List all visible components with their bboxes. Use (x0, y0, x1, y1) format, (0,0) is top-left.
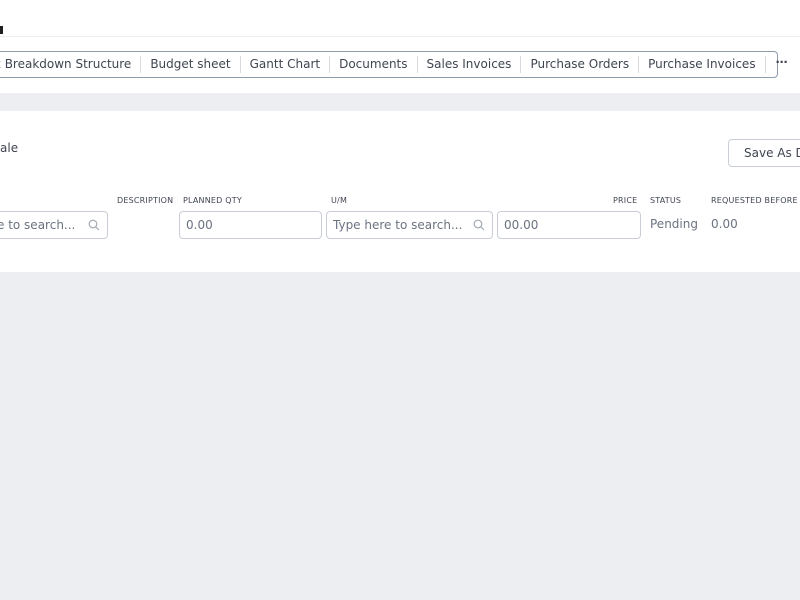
planned-qty-input[interactable]: 0.00 (179, 211, 322, 239)
more-tabs-icon[interactable]: ⋯ (766, 56, 799, 73)
divider (0, 36, 800, 37)
price-input[interactable]: 00.00 (497, 211, 641, 239)
tab-documents[interactable]: Documents (330, 56, 418, 73)
status-value: Pending (650, 217, 698, 231)
column-header-status: STATUS (650, 196, 682, 205)
active-indicator (0, 26, 3, 34)
column-header-planned-qty: PLANNED QTY (183, 196, 242, 205)
top-bar: rk Breakdown Structure Budget sheet Gant… (0, 0, 800, 93)
section-title: ale (0, 141, 19, 155)
column-header-um: U/M (331, 196, 348, 205)
item-search-placeholder: e to search... (0, 218, 76, 232)
column-header-description: DESCRIPTION (117, 196, 174, 205)
requested-before-value: 0.00 (711, 217, 738, 231)
search-icon (88, 219, 100, 231)
item-search-input[interactable]: e to search... (0, 211, 108, 239)
column-header-price: PRICE (613, 196, 638, 205)
tab-gantt-chart[interactable]: Gantt Chart (241, 56, 331, 73)
um-search-placeholder: Type here to search... (333, 218, 463, 232)
search-icon (473, 219, 485, 231)
tab-purchase-invoices[interactable]: Purchase Invoices (639, 56, 766, 73)
tab-purchase-orders[interactable]: Purchase Orders (521, 56, 640, 73)
tab-work-breakdown-structure[interactable]: rk Breakdown Structure (0, 56, 142, 73)
save-as-draft-button[interactable]: Save As D (728, 139, 800, 167)
um-search-input[interactable]: Type here to search... (326, 211, 493, 239)
page: rk Breakdown Structure Budget sheet Gant… (0, 0, 800, 600)
tab-budget-sheet[interactable]: Budget sheet (141, 56, 241, 73)
column-header-requested-before: REQUESTED BEFORE (711, 196, 798, 205)
tab-sales-invoices[interactable]: Sales Invoices (418, 56, 522, 73)
tab-strip: rk Breakdown Structure Budget sheet Gant… (0, 51, 788, 78)
content-panel: ale Save As D DESCRIPTION PLANNED QTY U/… (0, 111, 800, 272)
